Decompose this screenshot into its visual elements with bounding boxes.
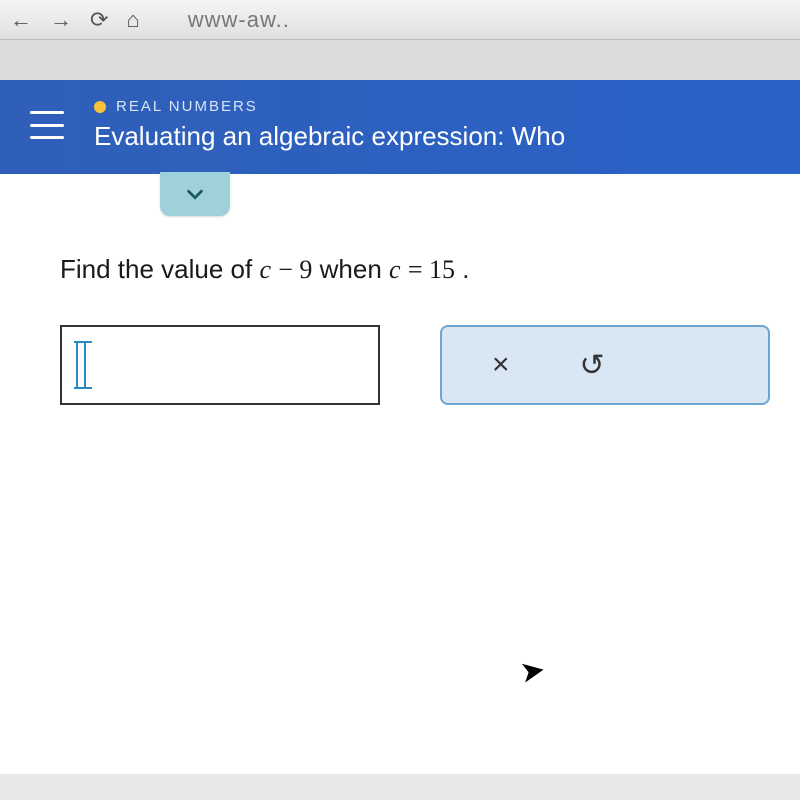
clear-button[interactable]: × <box>492 348 510 382</box>
answer-input[interactable] <box>60 325 380 405</box>
category-label: REAL NUMBERS <box>116 98 258 115</box>
tool-panel: × ↺ <box>440 325 770 405</box>
x-icon: × <box>492 348 510 382</box>
q-mid: when <box>320 254 389 284</box>
question-text: Find the value of c − 9 when c = 15 . <box>60 254 770 285</box>
q-var2: c <box>389 255 401 284</box>
category-dot-icon <box>94 101 106 113</box>
undo-button[interactable]: ↺ <box>580 348 605 383</box>
window-gap <box>0 40 800 80</box>
q-k2: 15 <box>429 255 455 284</box>
back-icon[interactable]: ← <box>10 7 32 33</box>
input-row: × ↺ <box>60 325 770 405</box>
home-icon[interactable]: ⌂ <box>126 7 139 33</box>
expand-tab[interactable] <box>160 172 230 216</box>
q-prefix: Find the value of <box>60 254 259 284</box>
browser-toolbar: ← → ⟳ ⌂ www-aw.. <box>0 0 800 40</box>
header-text: REAL NUMBERS Evaluating an algebraic exp… <box>94 98 776 152</box>
chevron-down-icon <box>184 183 206 205</box>
q-var1: c <box>259 255 271 284</box>
q-op: − <box>278 255 299 284</box>
reload-icon[interactable]: ⟳ <box>90 7 108 33</box>
undo-icon: ↺ <box>580 348 605 383</box>
topic-title: Evaluating an algebraic expression: Who <box>94 121 776 152</box>
content-area: Find the value of c − 9 when c = 15 . × … <box>0 174 800 774</box>
forward-icon[interactable]: → <box>50 7 72 33</box>
q-eq: = <box>408 255 429 284</box>
q-k1: 9 <box>299 255 312 284</box>
menu-icon[interactable] <box>30 111 64 139</box>
url-fragment: www-aw.. <box>188 7 290 33</box>
mouse-cursor-icon: ➤ <box>517 652 548 691</box>
q-suffix: . <box>462 254 469 284</box>
app-header: REAL NUMBERS Evaluating an algebraic exp… <box>0 80 800 174</box>
input-cursor-icon <box>76 343 86 387</box>
